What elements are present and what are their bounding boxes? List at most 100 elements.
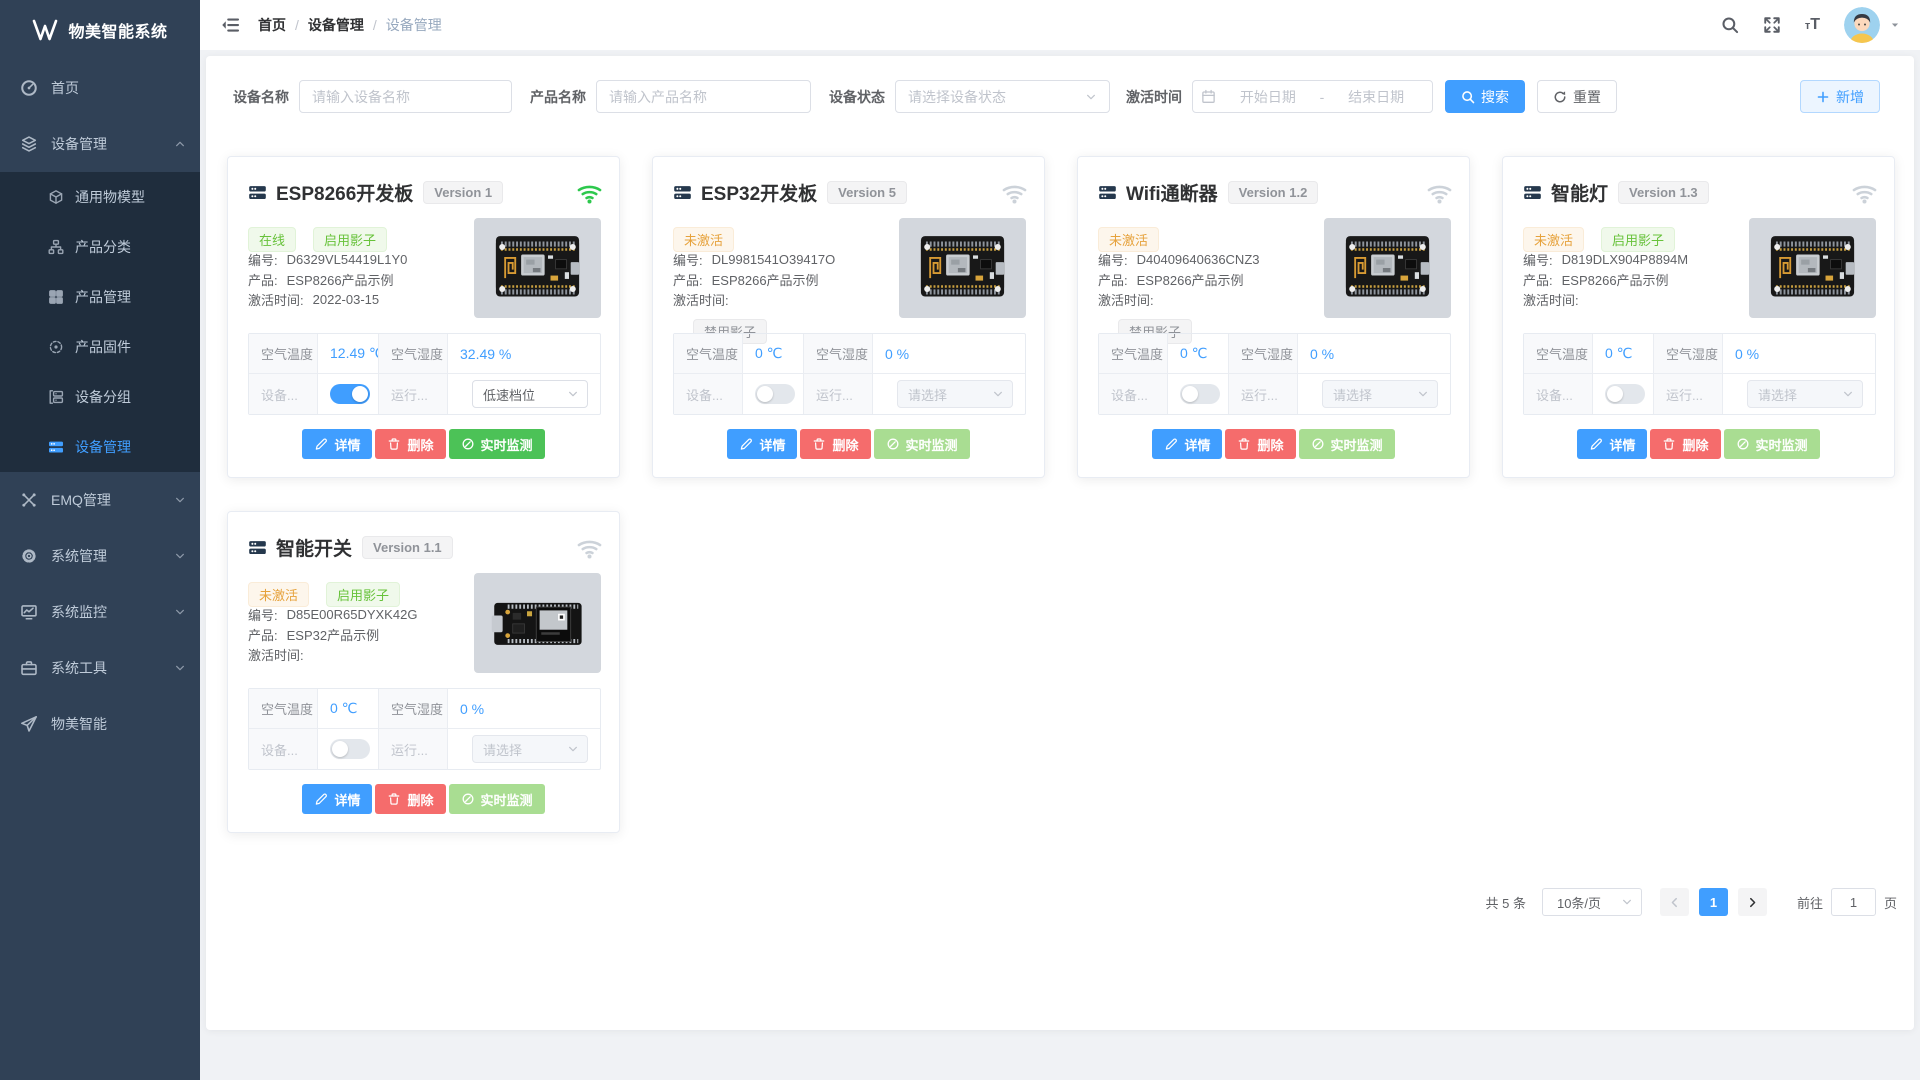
logo-mark-icon: [32, 18, 58, 42]
edit-icon: [314, 437, 328, 451]
sidebar-item-label: 系统监控: [51, 602, 174, 622]
add-button[interactable]: 新增: [1800, 80, 1880, 113]
humidity-value: 0 %: [873, 334, 1025, 374]
device-switch-toggle[interactable]: [755, 384, 795, 404]
temp-value: 0 ℃: [1593, 334, 1654, 374]
device-status-label: 设备状态: [829, 87, 885, 107]
active-time-row: 激活时间:2022-03-15: [248, 289, 407, 309]
chevron-down-icon: [174, 550, 186, 562]
run-mode-select[interactable]: 请选择: [472, 735, 588, 763]
app-logo: 物美智能系统: [0, 0, 200, 60]
temp-value: 0 ℃: [318, 689, 379, 729]
gear-icon: [20, 547, 38, 565]
breadcrumb: 首页/设备管理/设备管理: [258, 15, 442, 35]
version-badge: Version 1: [423, 181, 503, 204]
sidebar-item-label: 系统工具: [51, 658, 174, 678]
realtime-monitor-button[interactable]: 实时监测: [1299, 429, 1395, 459]
sidebar-item-dashboard[interactable]: 首页: [0, 60, 200, 116]
realtime-monitor-button[interactable]: 实时监测: [1724, 429, 1820, 459]
active-time-range-picker[interactable]: 开始日期 - 结束日期: [1192, 80, 1433, 113]
device-icon: [673, 183, 692, 202]
detail-button[interactable]: 详情: [727, 429, 797, 459]
detail-button[interactable]: 详情: [1152, 429, 1222, 459]
sidebar-subitem-grid[interactable]: 产品管理: [0, 272, 200, 322]
active-time-row: 激活时间:: [248, 644, 417, 664]
fullscreen-icon[interactable]: [1763, 16, 1781, 34]
sidebar-item-briefcase[interactable]: 系统工具: [0, 640, 200, 696]
run-mode-label: 运行...: [1229, 374, 1298, 414]
temp-label: 空气温度: [1524, 334, 1593, 374]
device-icon: [1098, 183, 1117, 202]
trash-icon: [387, 437, 401, 451]
active-time-row: 激活时间:: [673, 289, 835, 309]
metrics-table: 空气温度 0 ℃ 空气湿度 0 % 设备... 运行... 请选择: [1523, 333, 1876, 415]
page-size-select[interactable]: 10条/页: [1542, 888, 1642, 916]
wifi-status-icon: [576, 534, 603, 561]
sidebar-subitem-firmware[interactable]: 产品固件: [0, 322, 200, 372]
briefcase-icon: [20, 659, 38, 677]
goto-page-input[interactable]: [1831, 888, 1876, 916]
search-icon[interactable]: [1721, 16, 1739, 34]
avatar[interactable]: [1844, 7, 1880, 43]
sidebar-item-plane[interactable]: 物美智能: [0, 696, 200, 752]
product-name-input[interactable]: [596, 80, 811, 113]
card-header: 智能开关 Version 1.1: [248, 534, 603, 561]
sidebar-collapse-icon[interactable]: [220, 15, 240, 35]
delete-button[interactable]: 删除: [800, 429, 870, 459]
filter-bar: 设备名称 产品名称 设备状态 请选择设备状态 激活时间 开始日期 - 结束日期: [206, 56, 1914, 113]
search-button[interactable]: 搜索: [1445, 80, 1525, 113]
run-mode-select[interactable]: 请选择: [1747, 380, 1863, 408]
humidity-label: 空气湿度: [379, 334, 448, 374]
caret-down-icon[interactable]: [1890, 20, 1900, 30]
device-info: 编号:D85E00R65DYXK42G 产品:ESP32产品示例 激活时间:: [248, 604, 417, 664]
prev-page-button[interactable]: [1660, 888, 1689, 916]
sidebar-item-monitor-screen[interactable]: 系统监控: [0, 584, 200, 640]
temp-value: 0 ℃: [743, 334, 804, 374]
run-mode-select[interactable]: 低速档位: [472, 380, 588, 408]
breadcrumb-item[interactable]: 设备管理: [308, 15, 364, 35]
serial-row: 编号:D819DLX904P8894M: [1523, 249, 1688, 269]
realtime-monitor-button[interactable]: 实时监测: [449, 429, 545, 459]
breadcrumb-item: 设备管理: [386, 15, 442, 35]
sidebar: 物美智能系统 首页设备管理通用物模型产品分类产品管理产品固件设备分组设备管理EM…: [0, 0, 200, 1080]
detail-button[interactable]: 详情: [302, 429, 372, 459]
device-switch-toggle[interactable]: [1605, 384, 1645, 404]
card-actions: 详情 删除 实时监测: [228, 784, 619, 814]
monitor-gauge-icon: [461, 437, 475, 451]
firmware-icon: [48, 339, 64, 355]
sidebar-item-gear[interactable]: 系统管理: [0, 528, 200, 584]
monitor-gauge-icon: [1311, 437, 1325, 451]
device-name-input[interactable]: [299, 80, 512, 113]
delete-button[interactable]: 删除: [1650, 429, 1720, 459]
detail-button[interactable]: 详情: [1577, 429, 1647, 459]
metrics-table: 空气温度 12.49 ℃ 空气湿度 32.49 % 设备... 运行... 低速…: [248, 333, 601, 415]
delete-button[interactable]: 删除: [1225, 429, 1295, 459]
next-page-button[interactable]: [1738, 888, 1767, 916]
version-badge: Version 1.1: [362, 536, 453, 559]
font-size-icon[interactable]: тT: [1805, 17, 1820, 33]
detail-button[interactable]: 详情: [302, 784, 372, 814]
page-number-button[interactable]: 1: [1699, 888, 1728, 916]
sidebar-item-emq[interactable]: EMQ管理: [0, 472, 200, 528]
sidebar-item-layers[interactable]: 设备管理: [0, 116, 200, 172]
sidebar-subitem-server-group[interactable]: 设备分组: [0, 372, 200, 422]
sidebar-subitem-device-bars[interactable]: 设备管理: [0, 422, 200, 472]
delete-button[interactable]: 删除: [375, 784, 445, 814]
device-switch-toggle[interactable]: [330, 739, 370, 759]
run-mode-select[interactable]: 请选择: [897, 380, 1013, 408]
sidebar-subitem-sitemap[interactable]: 产品分类: [0, 222, 200, 272]
realtime-monitor-button[interactable]: 实时监测: [449, 784, 545, 814]
realtime-monitor-button[interactable]: 实时监测: [874, 429, 970, 459]
device-switch-toggle[interactable]: [330, 384, 370, 404]
run-mode-select[interactable]: 请选择: [1322, 380, 1438, 408]
delete-button[interactable]: 删除: [375, 429, 445, 459]
device-icon: [1523, 183, 1542, 202]
breadcrumb-item[interactable]: 首页: [258, 15, 286, 35]
sidebar-subitem-cube[interactable]: 通用物模型: [0, 172, 200, 222]
reset-button[interactable]: 重置: [1537, 80, 1617, 113]
temp-value: 0 ℃: [1168, 334, 1229, 374]
device-switch-toggle[interactable]: [1180, 384, 1220, 404]
device-status-select[interactable]: 请选择设备状态: [895, 80, 1110, 113]
toggle-knob: [757, 386, 773, 402]
card-header: ESP8266开发板 Version 1: [248, 179, 603, 206]
